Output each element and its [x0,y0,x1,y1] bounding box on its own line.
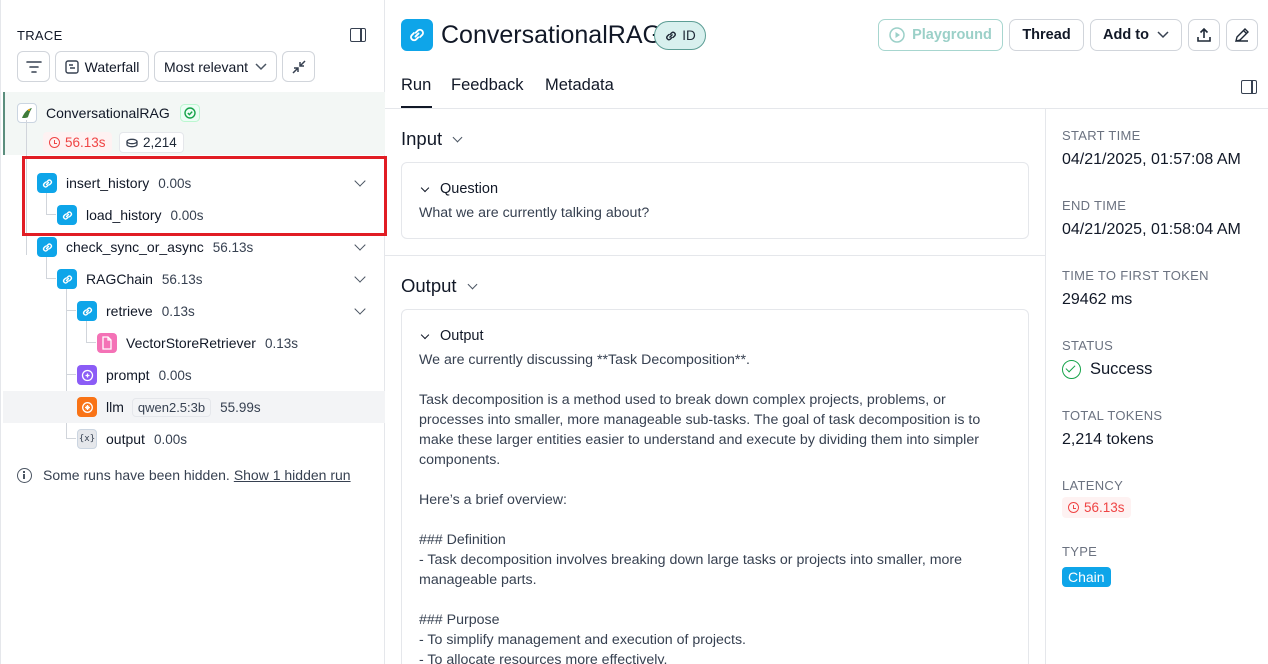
pencil-icon [1235,28,1249,42]
info-icon [17,467,32,483]
chevron-down-icon [452,132,463,142]
waterfall-button[interactable]: Waterfall [55,51,149,82]
waterfall-label: Waterfall [84,58,140,75]
tree-line [66,310,76,311]
start-time-value: 04/21/2025, 01:57:08 AM [1062,151,1241,168]
link-icon [666,31,677,40]
root-tokens-badge: 2,214 [119,132,184,153]
status-value: Success [1062,360,1152,379]
output-section-header[interactable]: Output [401,275,477,297]
output-text: We are currently discussing **Task Decom… [419,352,981,664]
question-field-toggle[interactable]: Question [419,181,498,197]
tree-line [66,374,76,375]
model-badge: qwen2.5:3b [131,397,212,417]
status-label: STATUS [1062,338,1114,353]
root-run-name: ConversationalRAG [46,105,170,121]
tree-line [86,342,96,343]
expand-chevron-icon[interactable] [354,271,366,283]
end-time-value: 04/21/2025, 01:58:04 AM [1062,221,1241,238]
tree-line [46,278,56,279]
question-value: What we are currently talking about? [419,205,650,221]
chain-link-icon [77,301,97,321]
type-badge: Chain [1062,567,1111,587]
run-title: ConversationalRAG [441,21,662,49]
upload-icon [1197,27,1211,42]
success-check-icon [179,104,200,122]
tab-feedback[interactable]: Feedback [451,76,523,95]
playground-button[interactable]: Playground [878,19,1003,51]
run-row-prompt[interactable]: prompt 0.00s [77,363,192,387]
clock-icon [49,137,60,148]
token-coins-icon [126,138,138,147]
output-card: Output We are currently discussing **Tas… [401,309,1029,664]
run-row-check-sync-or-async[interactable]: check_sync_or_async 56.13s [37,235,253,259]
collapse-arrows-icon [291,59,306,74]
tree-line [66,438,76,439]
success-check-icon [1062,360,1081,379]
root-latency-badge: 56.13s [43,132,112,153]
output-field-toggle[interactable]: Output [419,328,484,344]
ttft-value: 29462 ms [1062,291,1133,308]
chevron-down-icon [420,183,430,192]
sort-label: Most relevant [163,58,249,75]
input-section-header[interactable]: Input [401,128,463,150]
edit-button[interactable] [1226,19,1258,51]
chevron-down-icon [255,62,267,70]
collapse-all-button[interactable] [282,51,315,82]
end-time-label: END TIME [1062,198,1127,213]
chain-link-icon [37,237,57,257]
start-time-label: START TIME [1062,128,1141,143]
show-hidden-run-link[interactable]: Show 1 hidden run [234,467,351,483]
sort-select[interactable]: Most relevant [154,51,277,82]
expand-chevron-icon[interactable] [354,303,366,315]
tab-run[interactable]: Run [401,76,431,95]
add-to-button[interactable]: Add to [1090,19,1182,51]
run-row-ragchain[interactable]: RAGChain 56.13s [57,267,202,291]
tree-line [46,257,47,279]
chevron-down-icon [420,330,430,339]
ttft-label: TIME TO FIRST TOKEN [1062,268,1209,283]
filter-icon [25,60,42,73]
section-divider [385,255,1045,256]
prompt-icon [77,365,97,385]
toggle-details-panel-icon[interactable] [1241,80,1257,94]
chevron-down-icon [467,279,477,289]
run-row-vectorstoreretriever[interactable]: VectorStoreRetriever 0.13s [97,331,298,355]
clock-icon [1068,502,1079,513]
share-button[interactable] [1188,19,1220,51]
expand-chevron-icon[interactable] [354,239,366,251]
highlight-annotation-box [22,156,387,236]
chain-link-icon [57,269,77,289]
document-icon [97,333,117,353]
langchain-parrot-icon [17,103,37,123]
llm-sparkle-icon [77,397,97,417]
run-row-retrieve[interactable]: retrieve 0.13s [77,299,195,323]
thread-button[interactable]: Thread [1009,19,1084,51]
hidden-runs-note: Some runs have been hidden. Show 1 hidde… [17,467,351,483]
run-row-output[interactable]: {x} output 0.00s [77,427,187,451]
collapse-trace-panel-icon[interactable] [350,28,366,42]
input-card: Question What we are currently talking a… [401,162,1029,239]
copy-id-button[interactable]: ID [654,21,706,50]
selected-indicator [3,92,5,155]
tree-line [86,321,87,343]
latency-badge: 56.13s [1062,497,1131,518]
filter-button[interactable] [17,51,50,82]
tab-metadata[interactable]: Metadata [545,76,614,95]
total-tokens-value: 2,214 tokens [1062,431,1154,448]
run-row-llm[interactable]: llm qwen2.5:3b 55.99s [77,395,261,419]
waterfall-icon [64,59,79,74]
play-icon [889,27,905,43]
parser-icon: {x} [77,429,97,449]
chain-link-icon [401,19,433,51]
trace-title: TRACE [17,28,63,43]
root-run[interactable]: ConversationalRAG [17,101,200,125]
type-label: TYPE [1062,544,1098,559]
chevron-down-icon [1157,31,1169,39]
trace-panel: TRACE Waterfall Most relevant Conversati… [0,0,387,664]
total-tokens-label: TOTAL TOKENS [1062,408,1163,423]
latency-label: LATENCY [1062,478,1124,493]
